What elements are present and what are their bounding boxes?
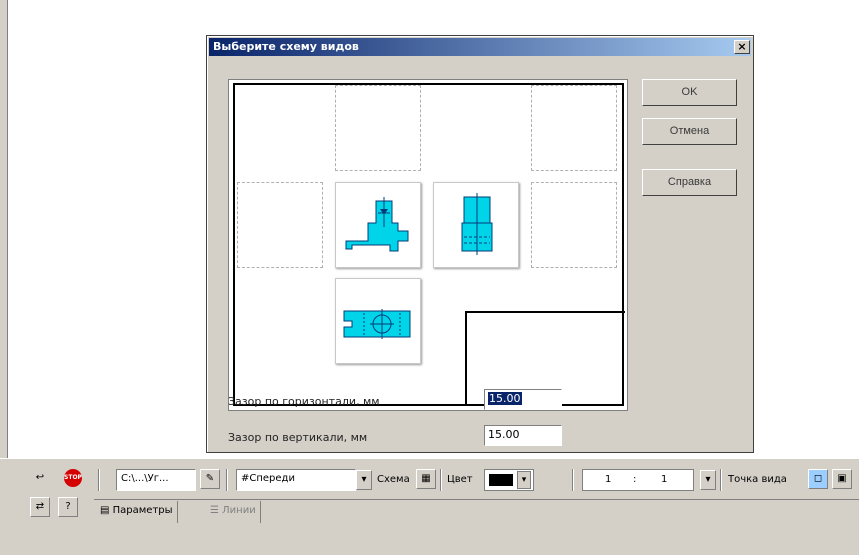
toolbar-separator — [572, 469, 574, 491]
view-slot-top-right[interactable] — [531, 85, 617, 171]
orientation-select[interactable]: #Спереди — [236, 469, 356, 491]
view-point-icon[interactable]: ◻ — [808, 469, 828, 489]
browse-model-icon[interactable]: ✎ — [200, 469, 220, 489]
toolbar-separator — [98, 469, 100, 491]
tab-lines-label: Линии — [222, 505, 256, 516]
horizontal-gap-label: Зазор по горизонтали, мм — [228, 395, 380, 408]
scale-separator: : — [633, 474, 637, 485]
left-view-cell[interactable] — [433, 182, 519, 268]
view-slot-middle-right[interactable] — [531, 182, 617, 268]
color-swatch — [489, 474, 513, 486]
cancel-button[interactable]: Отмена — [642, 118, 737, 145]
file-path-field[interactable]: C:\...\Уг... — [116, 469, 196, 491]
properties-toolbar: ↩ STOP ⇄ ? C:\...\Уг... ✎ #Спереди ▾ Схе… — [0, 458, 859, 555]
toolbar-separator — [440, 469, 442, 491]
view-point-alt-icon[interactable]: ▣ — [832, 469, 852, 489]
view-scheme-preview — [228, 79, 628, 411]
horizontal-gap-value: 15.00 — [488, 392, 522, 405]
tab-params[interactable]: ▤ Параметры — [96, 501, 178, 523]
auto-create-icon[interactable]: ⇄ — [30, 497, 50, 517]
chevron-down-icon[interactable]: ▾ — [700, 470, 716, 490]
vertical-gap-label: Зазор по вертикали, мм — [228, 431, 368, 444]
color-label: Цвет — [447, 474, 473, 485]
view-slot-middle-left[interactable] — [237, 182, 323, 268]
stop-icon[interactable]: STOP — [64, 469, 82, 487]
tab-params-label: Параметры — [112, 505, 173, 516]
horizontal-gap-input[interactable]: 15.00 — [484, 389, 562, 410]
scheme-label: Схема — [377, 474, 410, 485]
lines-tab-icon: ☰ — [210, 505, 223, 516]
vertical-gap-input[interactable]: 15.00 — [484, 425, 562, 446]
ok-button[interactable]: OK — [642, 79, 737, 106]
scale-left: 1 — [605, 474, 612, 485]
view-slot-top-center[interactable] — [335, 85, 421, 171]
scheme-grid-icon[interactable]: ▦ — [416, 469, 436, 489]
dialog-title: Выберите схему видов — [213, 40, 359, 53]
close-button[interactable]: × — [734, 40, 750, 54]
help-question-icon[interactable]: ? — [58, 497, 78, 517]
left-view-drawing — [461, 193, 493, 255]
left-panel-edge — [0, 0, 8, 458]
view-point-label: Точка вида — [728, 474, 787, 485]
toolbar-separator — [720, 469, 722, 491]
top-view-cell[interactable] — [335, 278, 421, 364]
chevron-down-icon[interactable]: ▾ — [356, 470, 372, 490]
enter-arrow-icon[interactable]: ↩ — [30, 469, 50, 489]
toolbar-separator — [226, 469, 228, 491]
scale-select[interactable]: 1 : 1 — [582, 469, 694, 491]
select-view-scheme-dialog: Выберите схему видов × OK Отмена Справка… — [206, 35, 754, 453]
help-button[interactable]: Справка — [642, 169, 737, 196]
tab-divider — [94, 499, 859, 500]
chevron-down-icon[interactable]: ▾ — [517, 471, 531, 489]
front-view-cell[interactable] — [335, 182, 421, 268]
tab-lines[interactable]: ☰ Линии — [206, 501, 261, 523]
color-picker[interactable]: ▾ — [484, 469, 534, 491]
dialog-titlebar: Выберите схему видов × — [209, 38, 751, 56]
front-view-drawing — [345, 197, 409, 252]
params-tab-icon: ▤ — [100, 505, 113, 516]
scale-right: 1 — [661, 474, 668, 485]
top-view-drawing — [343, 309, 411, 339]
